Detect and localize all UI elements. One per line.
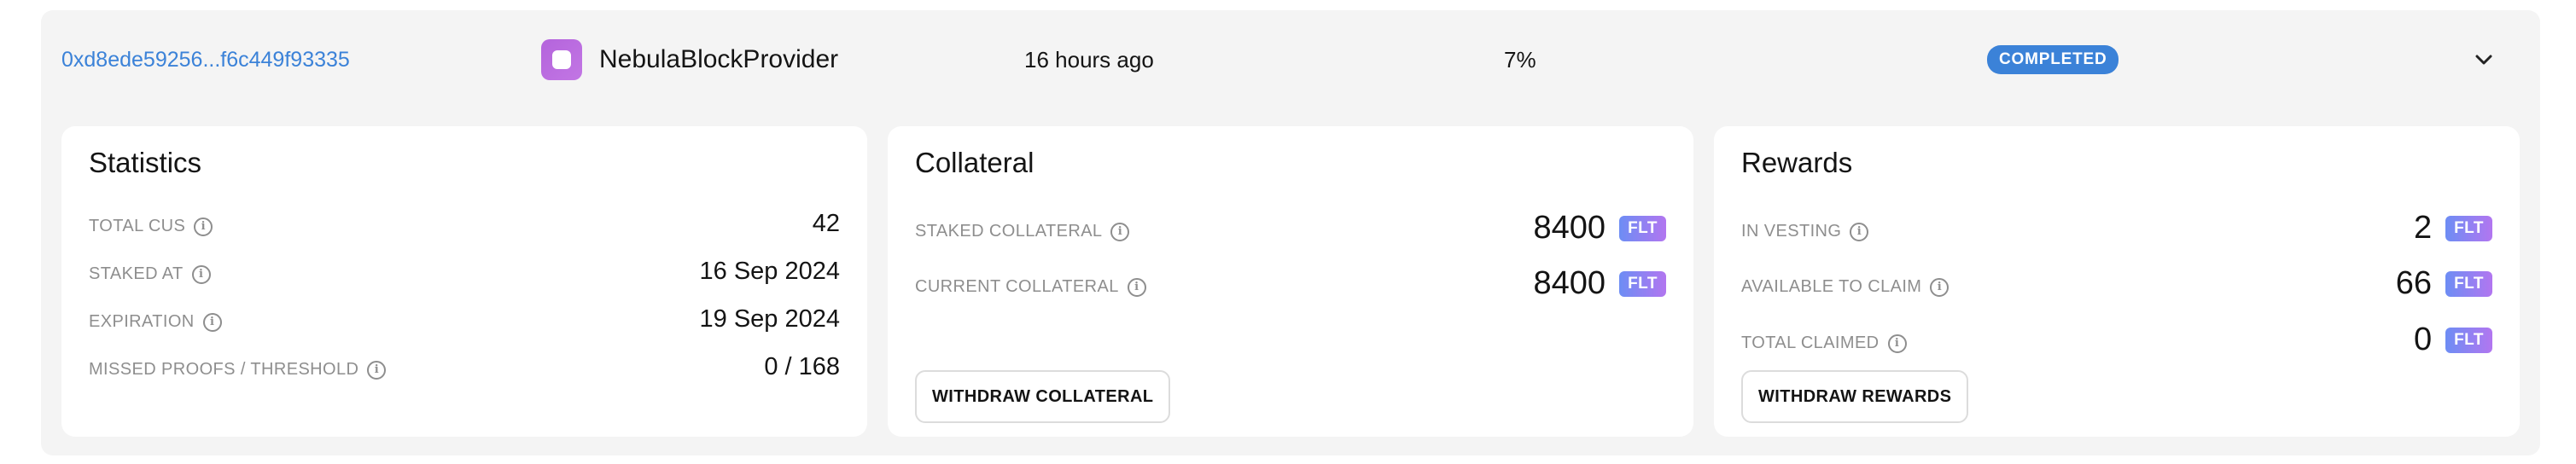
stat-value-missed-proofs: 0 / 168: [764, 353, 840, 380]
provider: NebulaBlockProvider: [541, 10, 838, 109]
stat-label-missed-proofs: MISSED PROOFS / THRESHOLD i: [89, 360, 387, 380]
token-badge: FLT: [2445, 327, 2492, 353]
chevron-down-icon[interactable]: [2467, 10, 2501, 109]
info-icon[interactable]: i: [1110, 222, 1130, 241]
collateral-card: Collateral STAKED COLLATERAL i 8400 FLT CU…: [888, 126, 1693, 437]
collateral-label-text: CURRENT COLLATERAL: [915, 277, 1119, 296]
withdraw-collateral-button[interactable]: WITHDRAW COLLATERAL: [915, 370, 1171, 423]
rewards-label-text: IN VESTING: [1741, 222, 1842, 241]
deal-percent: 7%: [1504, 46, 1536, 72]
info-icon[interactable]: i: [1887, 334, 1907, 353]
collateral-label-text: STAKED COLLATERAL: [915, 222, 1103, 241]
collateral-label-staked: STAKED COLLATERAL i: [915, 222, 1130, 241]
stat-label-staked-at: STAKED AT i: [89, 264, 211, 284]
info-icon[interactable]: i: [1850, 222, 1869, 241]
info-icon[interactable]: i: [191, 264, 211, 284]
rewards-title: Rewards: [1741, 147, 1853, 178]
collateral-value-staked: 8400 FLT: [1534, 210, 1666, 246]
deal-address-link[interactable]: 0xd8ede59256...f6c449f93335: [61, 10, 350, 109]
provider-logo-icon: [552, 50, 571, 69]
rewards-value-in-vesting: 2 FLT: [2414, 210, 2492, 246]
status-badge-label: COMPLETED: [1987, 45, 2119, 74]
rewards-label-in-vesting: IN VESTING i: [1741, 222, 1869, 241]
stat-value-expiration: 19 Sep 2024: [699, 305, 840, 333]
stat-label-text: STAKED AT: [89, 264, 184, 283]
stat-label-text: EXPIRATION: [89, 312, 195, 331]
stat-label-text: TOTAL CUS: [89, 217, 186, 235]
stat-value-staked-at: 16 Sep 2024: [699, 258, 840, 285]
token-badge: FLT: [2445, 270, 2492, 297]
collateral-amount: 8400: [1533, 210, 1606, 246]
info-icon[interactable]: i: [202, 312, 222, 332]
rewards-value-available: 66 FLT: [2396, 265, 2492, 302]
rewards-amount: 0: [2413, 322, 2433, 357]
status-badge: COMPLETED: [1987, 10, 2119, 109]
rewards-label-total-claimed: TOTAL CLAIMED i: [1741, 334, 1907, 353]
deal-time: 16 hours ago: [1024, 46, 1154, 72]
token-badge: FLT: [2445, 215, 2492, 241]
stat-label-text: MISSED PROOFS / THRESHOLD: [89, 360, 359, 379]
collateral-label-current: CURRENT COLLATERAL i: [915, 277, 1146, 297]
withdraw-rewards-button[interactable]: WITHDRAW REWARDS: [1741, 370, 1969, 423]
deal-panel: 0xd8ede59256...f6c449f93335 NebulaBlockP…: [41, 10, 2540, 455]
collateral-value-current: 8400 FLT: [1534, 265, 1666, 302]
info-icon[interactable]: i: [367, 360, 387, 380]
stat-label-expiration: EXPIRATION i: [89, 312, 222, 332]
rewards-label-available: AVAILABLE TO CLAIM i: [1741, 277, 1949, 297]
rewards-card: Rewards IN VESTING i 2 FLT AVAILABLE TO CL…: [1714, 126, 2520, 437]
rewards-label-text: AVAILABLE TO CLAIM: [1741, 277, 1922, 296]
info-icon[interactable]: i: [194, 217, 213, 236]
rewards-label-text: TOTAL CLAIMED: [1741, 334, 1880, 352]
info-icon[interactable]: i: [1930, 277, 1949, 297]
rewards-value-total-claimed: 0 FLT: [2414, 322, 2492, 358]
collateral-title: Collateral: [915, 147, 1034, 178]
provider-name: NebulaBlockProvider: [599, 45, 839, 73]
collateral-amount: 8400: [1533, 265, 1606, 301]
rewards-amount: 2: [2413, 210, 2433, 246]
stat-label-total-cus: TOTAL CUS i: [89, 217, 213, 236]
info-icon[interactable]: i: [1127, 277, 1146, 297]
statistics-card: Statistics TOTAL CUS i 42 STAKED AT i 16 S…: [61, 126, 867, 437]
provider-avatar: [541, 39, 582, 80]
statistics-title: Statistics: [89, 147, 202, 178]
token-badge: FLT: [1619, 215, 1666, 241]
token-badge: FLT: [1619, 270, 1666, 297]
rewards-amount: 66: [2395, 265, 2433, 301]
deal-row[interactable]: 0xd8ede59256...f6c449f93335 NebulaBlockP…: [41, 10, 2540, 109]
stat-value-total-cus: 42: [812, 210, 840, 237]
